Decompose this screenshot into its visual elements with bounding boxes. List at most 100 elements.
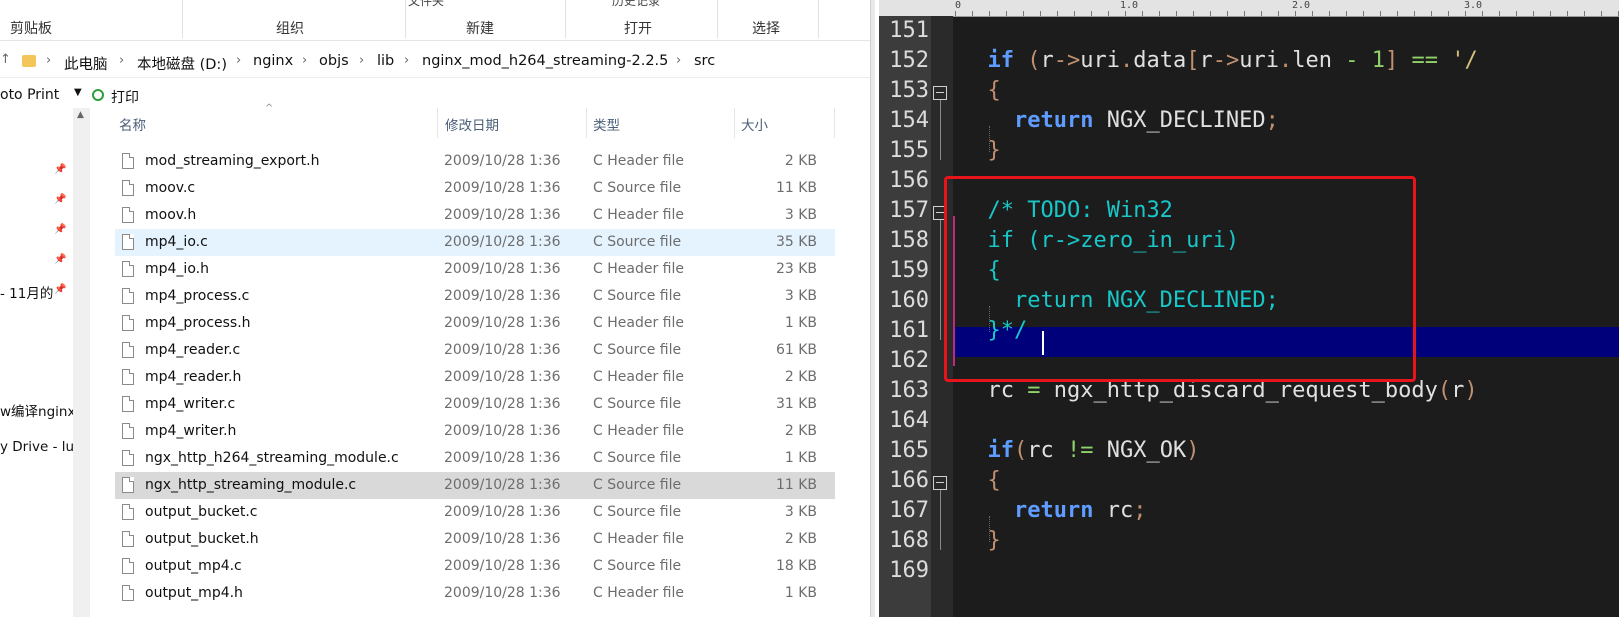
ruler-tick <box>1380 11 1381 16</box>
nav-item[interactable]: - 11月的 <box>0 282 53 302</box>
file-row[interactable]: output_bucket.h 2009/10/28 1:36 C Header f… <box>115 526 835 553</box>
file-row[interactable]: mp4_io.h 2009/10/28 1:36 C Header file 23 K… <box>115 256 835 283</box>
column-header-name[interactable]: 名称 <box>119 114 146 134</box>
column-header-size[interactable]: 大小 <box>741 114 768 134</box>
chevron-right-icon[interactable]: › <box>119 53 124 68</box>
breadcrumb-objs[interactable]: objs <box>319 53 349 69</box>
chevron-right-icon[interactable]: › <box>46 53 51 68</box>
breadcrumb-module[interactable]: nginx_mod_h264_streaming-2.2.5 <box>422 53 668 69</box>
file-type: C Source file <box>593 450 682 466</box>
breadcrumb-drive-d[interactable]: 本地磁盘 (D:) <box>137 53 227 74</box>
code-token: r <box>1040 48 1054 73</box>
column-separator[interactable] <box>734 108 735 138</box>
print-button[interactable]: 打印 <box>111 87 139 107</box>
chevron-right-icon[interactable]: › <box>676 53 681 68</box>
code-token: . <box>1120 48 1134 73</box>
line-number: 167 <box>889 498 929 523</box>
file-row[interactable]: output_mp4.h 2009/10/28 1:36 C Header file… <box>115 580 835 607</box>
dropdown-arrow-icon[interactable]: ▼ <box>74 87 82 98</box>
ribbon-fragment: 文件夹 <box>408 0 445 8</box>
file-row[interactable]: output_mp4.c 2009/10/28 1:36 C Source file… <box>115 553 835 580</box>
pin-icon[interactable]: 📌 <box>54 164 66 175</box>
column-header-date[interactable]: 修改日期 <box>445 114 499 134</box>
column-header-type[interactable]: 类型 <box>593 114 620 134</box>
code-line[interactable]: return rc; <box>961 498 1619 523</box>
file-row[interactable]: mp4_reader.c 2009/10/28 1:36 C Source file… <box>115 337 835 364</box>
code-token: . <box>1278 48 1293 73</box>
file-row[interactable]: mp4_reader.h 2009/10/28 1:36 C Header file… <box>115 364 835 391</box>
code-token: NGX_DECLINED <box>1093 108 1266 133</box>
indent-guide <box>989 126 991 152</box>
pin-icon[interactable]: 📌 <box>54 194 66 205</box>
file-icon <box>122 558 134 574</box>
code-token: { <box>987 78 1001 103</box>
address-bar[interactable]: ↑ › 此电脑 › 本地磁盘 (D:) › nginx › objs › lib… <box>0 47 875 78</box>
chevron-right-icon[interactable]: › <box>359 53 364 68</box>
file-row[interactable]: output_bucket.c 2009/10/28 1:36 C Source f… <box>115 499 835 526</box>
ruler-tick <box>1414 11 1415 16</box>
file-row[interactable]: mod_streaming_export.h 2009/10/28 1:36 C H… <box>115 148 835 175</box>
ruler-tick <box>1023 11 1024 16</box>
code-line[interactable]: { <box>961 468 1619 493</box>
folder-icon <box>22 55 36 67</box>
code-line[interactable]: if(rc != NGX_OK) <box>961 438 1619 463</box>
chevron-right-icon[interactable]: › <box>236 53 241 68</box>
code-line[interactable]: return NGX_DECLINED; <box>961 108 1619 133</box>
file-type: C Header file <box>593 315 684 331</box>
ribbon-group-clipboard: 剪贴板 <box>10 21 52 37</box>
code-line[interactable]: } <box>961 528 1619 553</box>
code-line[interactable]: { <box>961 78 1619 103</box>
file-row[interactable]: mp4_writer.h 2009/10/28 1:36 C Header file… <box>115 418 835 445</box>
fold-toggle-icon[interactable] <box>933 476 947 490</box>
column-separator[interactable] <box>437 108 438 138</box>
file-date: 2009/10/28 1:36 <box>444 504 561 520</box>
file-date: 2009/10/28 1:36 <box>444 450 561 466</box>
ruler-tick <box>1278 11 1279 16</box>
file-row[interactable]: ngx_http_streaming_module.c 2009/10/28 1:… <box>115 472 835 499</box>
nav-scrollbar[interactable]: ▲ <box>73 108 90 617</box>
file-row[interactable]: ngx_http_h264_streaming_module.c 2009/10/… <box>115 445 835 472</box>
file-row[interactable]: mp4_process.c 2009/10/28 1:36 C Source fil… <box>115 283 835 310</box>
file-type: C Source file <box>593 396 682 412</box>
fold-guide-line <box>940 100 941 160</box>
code-line[interactable]: } <box>961 138 1619 163</box>
file-row[interactable]: mp4_process.h 2009/10/28 1:36 C Header fil… <box>115 310 835 337</box>
file-icon <box>122 450 134 466</box>
breadcrumb-lib[interactable]: lib <box>377 53 394 69</box>
file-row[interactable]: moov.c 2009/10/28 1:36 C Source file 11 KB <box>115 175 835 202</box>
pin-icon[interactable]: 📌 <box>54 284 66 295</box>
line-number: 169 <box>889 558 929 583</box>
chevron-right-icon[interactable]: › <box>404 53 409 68</box>
breadcrumb-nginx[interactable]: nginx <box>253 53 293 69</box>
pin-icon[interactable]: 📌 <box>54 254 66 265</box>
file-row[interactable]: mp4_io.c 2009/10/28 1:36 C Source file 35 K… <box>115 229 835 256</box>
photo-print-button[interactable]: oto Print <box>0 87 59 103</box>
file-row[interactable]: moov.h 2009/10/28 1:36 C Header file 3 KB <box>115 202 835 229</box>
file-name: ngx_http_streaming_module.c <box>145 477 357 493</box>
ruler-tick <box>1499 11 1500 16</box>
file-date: 2009/10/28 1:36 <box>444 261 561 277</box>
code-line[interactable]: if (r->uri.data[r->uri.len - 1] == '/ <box>961 48 1619 73</box>
file-explorer-window: 文件夹 历史记录 剪贴板 组织 新建 打开 选择 ↑ › 此电脑 › 本地磁盘 … <box>0 0 875 617</box>
breadcrumb-src[interactable]: src <box>694 53 715 69</box>
file-name: output_bucket.c <box>145 504 258 520</box>
column-separator[interactable] <box>586 108 587 138</box>
code-token: [ <box>1186 48 1200 73</box>
file-name: mp4_reader.c <box>145 342 241 358</box>
fold-toggle-icon[interactable] <box>933 86 947 100</box>
ruler-tick <box>1363 11 1364 16</box>
chevron-right-icon[interactable]: › <box>302 53 307 68</box>
code-token: ) <box>1464 378 1478 403</box>
file-size: 1 KB <box>784 450 817 466</box>
nav-item[interactable]: w编译nginx <box>0 400 75 420</box>
column-separator[interactable] <box>834 108 835 138</box>
file-row[interactable]: mp4_writer.c 2009/10/28 1:36 C Source file… <box>115 391 835 418</box>
pin-icon[interactable]: 📌 <box>54 224 66 235</box>
sort-ascending-icon: ^ <box>265 103 274 114</box>
scroll-up-icon[interactable]: ▲ <box>77 110 84 120</box>
nav-item[interactable]: y Drive - lu <box>0 439 74 455</box>
ribbon-separator <box>818 0 819 38</box>
breadcrumb-this-pc[interactable]: 此电脑 <box>64 53 108 74</box>
up-arrow-icon[interactable]: ↑ <box>0 52 11 67</box>
code-token: uri <box>1080 48 1120 73</box>
